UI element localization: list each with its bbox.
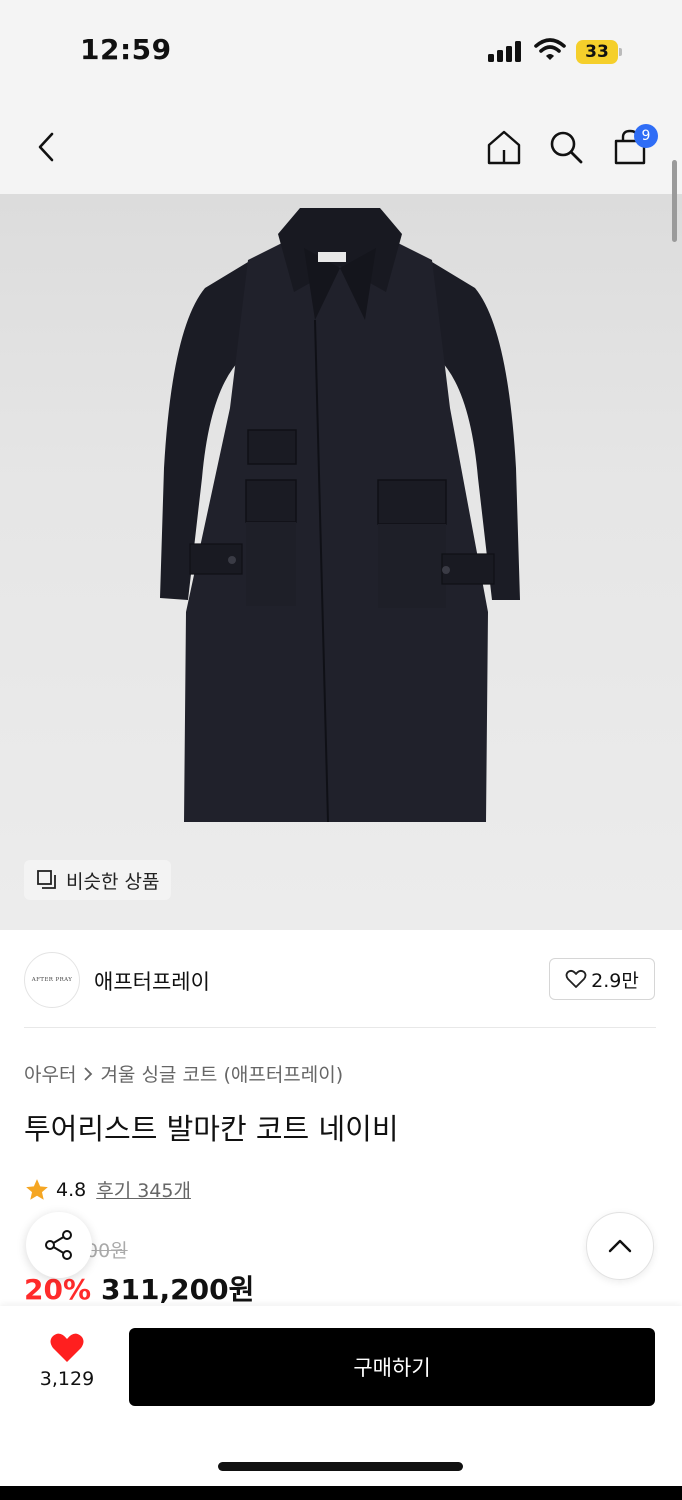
scrollbar[interactable] [672,160,677,242]
brand-logo: AFTER PRAY [24,952,80,1008]
like-count: 3,129 [39,1368,95,1390]
cellular-signal-icon [488,40,524,62]
share-icon [45,1230,72,1260]
breadcrumb-subcategory[interactable]: 겨울 싱글 코트 (애프터프레이) [100,1060,343,1087]
copy-icon [37,870,56,889]
cart-count-badge: 9 [634,124,658,148]
status-time: 12:59 [80,33,172,66]
like-button[interactable]: 3,129 [26,1332,108,1402]
wifi-icon [534,38,566,60]
bottom-edge [0,1486,682,1500]
cart-button[interactable]: 9 [602,100,658,194]
search-button[interactable] [538,100,594,194]
similar-products-label: 비슷한 상품 [66,870,160,893]
rating-value: 4.8 [56,1178,87,1201]
review-link[interactable]: 후기 345개 [96,1176,191,1203]
product-title: 투어리스트 발마칸 코트 네이비 [24,1112,399,1146]
battery-level: 33 [576,40,618,64]
similar-products-button[interactable]: 비슷한 상품 [24,860,172,900]
back-button[interactable] [18,100,74,194]
original-price: 00원 [86,1240,128,1262]
chevron-left-icon [38,132,54,162]
home-indicator [218,1462,463,1471]
brand-like-count: 2.9만 [591,969,639,992]
scroll-to-top-button[interactable] [586,1212,654,1280]
home-button[interactable] [476,100,532,194]
status-bar: 12:59 33 [0,0,682,100]
star-icon [26,1178,48,1200]
brand-name[interactable]: 애프터프레이 [94,966,210,996]
divider [24,1027,656,1028]
rating-row: 4.8 후기 345개 [24,1176,191,1203]
bottom-action-bar: 3,129 구매하기 [0,1306,682,1486]
buy-button[interactable]: 구매하기 [129,1328,655,1406]
heart-filled-icon [50,1333,84,1362]
breadcrumb: 아우터 겨울 싱글 코트 (애프터프레이) [24,1060,343,1087]
sale-price: 311,200원 [101,1273,255,1306]
heart-outline-icon [565,969,587,988]
top-navigation: 9 [0,100,682,194]
chevron-right-icon [84,1066,93,1081]
chevron-up-icon [608,1239,632,1253]
brand-like-button[interactable]: 2.9만 [549,958,655,1000]
product-image[interactable]: 비슷한 상품 [0,194,682,930]
battery-icon: 33 [576,40,622,64]
breadcrumb-category[interactable]: 아우터 [24,1060,76,1087]
brand-row[interactable]: AFTER PRAY 애프터프레이 2.9만 [0,930,682,1028]
share-button[interactable] [26,1212,92,1278]
search-icon [550,131,583,164]
coat-photo [160,208,520,823]
home-icon [487,130,521,165]
